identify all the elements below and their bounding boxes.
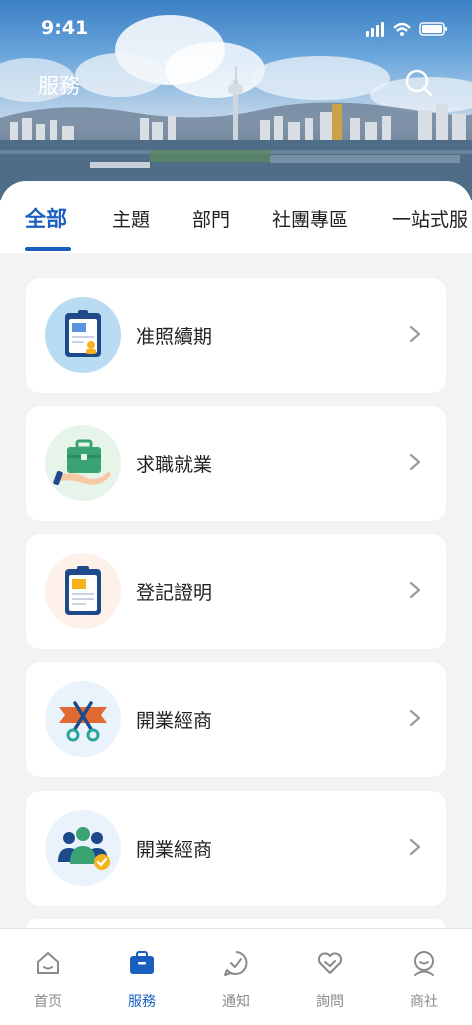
service-card-employment[interactable]: 求職就業 (26, 406, 446, 521)
service-label: 開業經商 (136, 710, 213, 732)
service-card-business-team[interactable]: 開業經商 (26, 791, 446, 906)
search-icon (405, 69, 433, 97)
bottom-navigation: 首页 服務 通知 詢問 商社 (0, 928, 472, 1025)
nav-label: 詢問 (316, 994, 344, 1010)
header-banner: 9:41 服務 (0, 0, 472, 200)
service-card-license-renewal[interactable]: 准照續期 (26, 278, 446, 393)
nav-community[interactable]: 商社 (377, 929, 471, 1025)
page-title: 服務 (38, 74, 80, 98)
tab-one-stop[interactable]: 一站式服 (392, 205, 468, 232)
nav-notifications[interactable]: 通知 (189, 929, 283, 1025)
nav-home[interactable]: 首页 (1, 929, 95, 1025)
status-bar: 9:41 (0, 0, 472, 56)
user-icon (414, 951, 434, 976)
status-time: 9:41 (41, 17, 89, 39)
category-tabs: 全部 主題 部門 社團專區 一站式服 (0, 181, 472, 253)
nav-label: 通知 (222, 994, 250, 1010)
nav-label: 商社 (410, 994, 438, 1010)
home-icon (37, 952, 59, 974)
service-label: 求職就業 (136, 454, 213, 476)
ribbon-scissors-icon (45, 681, 121, 757)
service-label: 准照續期 (136, 326, 213, 348)
nav-label: 服務 (128, 994, 156, 1010)
service-label: 開業經商 (136, 839, 213, 861)
status-icons (366, 20, 450, 42)
clipboard-document-icon (45, 553, 121, 629)
chat-check-icon (224, 951, 248, 976)
tab-associations[interactable]: 社團專區 (272, 205, 348, 232)
service-card-business-opening[interactable]: 開業經商 (26, 662, 446, 777)
search-button[interactable] (404, 68, 434, 98)
tab-topics[interactable]: 主題 (112, 205, 150, 232)
service-label: 登記證明 (136, 582, 213, 604)
chevron-right-icon (409, 325, 421, 343)
briefcase-hand-icon (45, 425, 121, 501)
tab-departments[interactable]: 部門 (192, 205, 230, 232)
chevron-right-icon (409, 709, 421, 727)
nav-inquiry[interactable]: 詢問 (283, 929, 377, 1025)
heart-handshake-icon (317, 952, 343, 974)
nav-services[interactable]: 服務 (95, 929, 189, 1025)
chevron-right-icon (409, 581, 421, 599)
service-card-registration[interactable]: 登記證明 (26, 534, 446, 649)
license-card-icon (45, 297, 121, 373)
tab-all[interactable]: 全部 (25, 203, 67, 233)
briefcase-icon (130, 951, 154, 974)
active-tab-indicator (25, 247, 71, 251)
signal-wifi-battery-icon (366, 22, 447, 37)
team-check-icon (45, 810, 121, 886)
nav-label: 首页 (34, 994, 62, 1010)
chevron-right-icon (409, 453, 421, 471)
chevron-right-icon (409, 838, 421, 856)
